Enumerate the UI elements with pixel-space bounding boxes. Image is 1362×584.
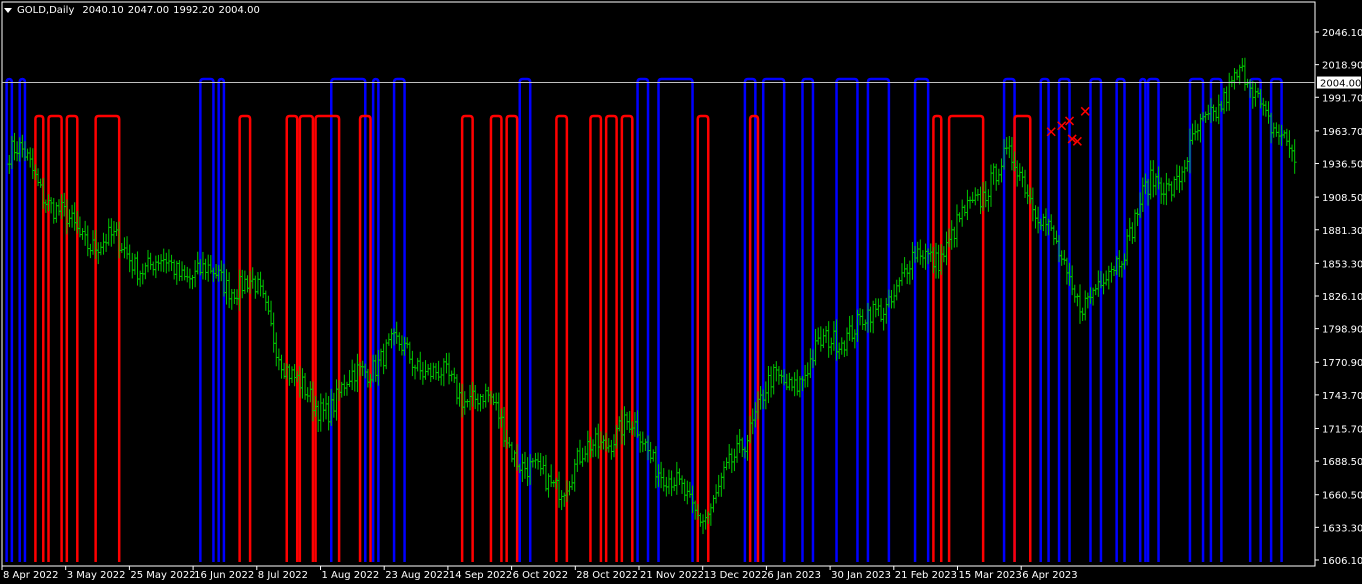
- y-tick-label: 1798.90: [1322, 325, 1362, 336]
- blue-signal-segment: [392, 77, 406, 562]
- dropdown-triangle-icon[interactable]: [4, 7, 12, 13]
- y-tick-label: 1908.50: [1322, 193, 1362, 204]
- x-tick-label: 25 May 2022: [130, 570, 195, 581]
- blue-signal-segment: [1039, 77, 1050, 562]
- red-signal-segment: [947, 114, 985, 562]
- red-signal-segment: [94, 114, 121, 562]
- signal-marker: [1080, 106, 1090, 116]
- x-tick-label: 8 Apr 2022: [3, 570, 58, 581]
- blue-signal-segment: [1188, 77, 1205, 562]
- symbol-label: GOLD,Daily: [17, 4, 75, 16]
- blue-signal-segment: [217, 77, 226, 562]
- blue-signal-segment: [761, 77, 786, 562]
- x-tick-label: 28 Oct 2022: [576, 570, 638, 581]
- red-signal-segment: [314, 114, 341, 562]
- blue-signal-segment: [1057, 77, 1071, 562]
- blue-signal-segment: [518, 77, 532, 562]
- blue-signal-segment: [636, 77, 650, 562]
- signal-markers: [1046, 106, 1090, 146]
- y-tick-label: 1715.70: [1322, 424, 1362, 435]
- blue-signal-segment: [1146, 77, 1160, 562]
- x-tick-label: 6 Jan 2023: [767, 570, 821, 581]
- red-signal-segment: [620, 114, 634, 562]
- red-signal-segment: [604, 114, 618, 562]
- red-signal-segment: [489, 114, 503, 562]
- y-tick-label: 1633.30: [1322, 523, 1362, 534]
- red-signal-segment: [47, 114, 63, 562]
- blue-signal-segment: [371, 77, 380, 562]
- y-tick-label: 1770.90: [1322, 358, 1362, 369]
- price-axis: 2046.10 2018.90 1991.70 1963.70 1936.50 1908.…: [1315, 28, 1362, 567]
- high-value: 2047.00: [127, 4, 170, 16]
- blue-signal-segment: [199, 77, 215, 562]
- blue-signal-segment: [1209, 77, 1223, 562]
- blue-signal-segment: [1248, 77, 1262, 562]
- blue-signal-segment: [1269, 77, 1283, 562]
- low-value: 1992.20: [173, 4, 215, 16]
- y-tick-label: 1991.70: [1322, 93, 1362, 104]
- x-tick-label: 16 Jun 2022: [194, 570, 254, 581]
- y-tick-label: 1826.10: [1322, 292, 1362, 303]
- current-price-label: 2004.00: [1320, 79, 1361, 90]
- y-tick-label: 1606.10: [1322, 556, 1362, 567]
- blue-signal-segment: [913, 77, 930, 562]
- open-value: 2040.10: [82, 4, 124, 16]
- red-signal-segment: [238, 114, 252, 562]
- red-signal-segment: [298, 114, 315, 562]
- x-tick-label: 21 Nov 2022: [640, 570, 704, 581]
- blue-signal-segment: [5, 77, 14, 562]
- y-tick-label: 1688.50: [1322, 457, 1362, 468]
- red-signal-segment: [65, 114, 79, 562]
- y-tick-label: 1936.50: [1322, 160, 1362, 171]
- red-signal-segment: [460, 114, 474, 562]
- y-tick-label: 1881.30: [1322, 226, 1362, 237]
- blue-signal-segment: [1138, 77, 1147, 562]
- red-signal-segment: [285, 114, 299, 562]
- x-tick-label: 21 Feb 2023: [895, 570, 957, 581]
- red-signal-segment: [696, 114, 710, 562]
- y-tick-label: 2046.10: [1322, 28, 1362, 39]
- x-tick-label: 8 Jul 2022: [258, 570, 308, 581]
- blue-signal-segment: [835, 77, 859, 562]
- x-tick-label: 30 Jan 2023: [831, 570, 891, 581]
- blue-signal-segment: [801, 77, 815, 562]
- signal-lines: [5, 77, 1283, 562]
- x-tick-label: 1 Aug 2022: [322, 570, 380, 581]
- blue-signal-segment: [1115, 77, 1126, 562]
- x-tick-label: 13 Dec 2022: [704, 570, 768, 581]
- red-signal-segment: [589, 114, 603, 562]
- x-tick-label: 3 May 2022: [67, 570, 126, 581]
- y-tick-label: 1743.70: [1322, 391, 1362, 402]
- y-tick-label: 1963.70: [1322, 127, 1362, 138]
- x-tick-label: 14 Sep 2022: [449, 570, 512, 581]
- chart-canvas[interactable]: 2046.10 2018.90 1991.70 1963.70 1936.50 1908.…: [0, 0, 1362, 584]
- gold-daily-chart[interactable]: 2046.10 2018.90 1991.70 1963.70 1936.50 1908.…: [0, 0, 1362, 584]
- close-value: 2004.00: [218, 4, 260, 16]
- red-signal-segment: [505, 114, 519, 562]
- chart-header: GOLD,Daily 2040.10 2047.00 1992.20 2004.…: [4, 3, 264, 17]
- red-signal-segment: [748, 114, 760, 562]
- x-tick-label: 23 Aug 2022: [385, 570, 449, 581]
- x-tick-label: 6 Oct 2022: [513, 570, 568, 581]
- y-tick-label: 1660.50: [1322, 491, 1362, 502]
- x-tick-label: 15 Mar 2023: [959, 570, 1022, 581]
- red-signal-segment: [932, 114, 943, 562]
- y-tick-label: 2018.90: [1322, 61, 1362, 72]
- blue-signal-segment: [866, 77, 891, 562]
- time-axis: 8 Apr 2022 3 May 2022 25 May 202216 Jun 20…: [1, 566, 1078, 581]
- blue-signal-segment: [1089, 77, 1103, 562]
- x-tick-label: 6 Apr 2023: [1022, 570, 1077, 581]
- y-tick-label: 1853.30: [1322, 259, 1362, 270]
